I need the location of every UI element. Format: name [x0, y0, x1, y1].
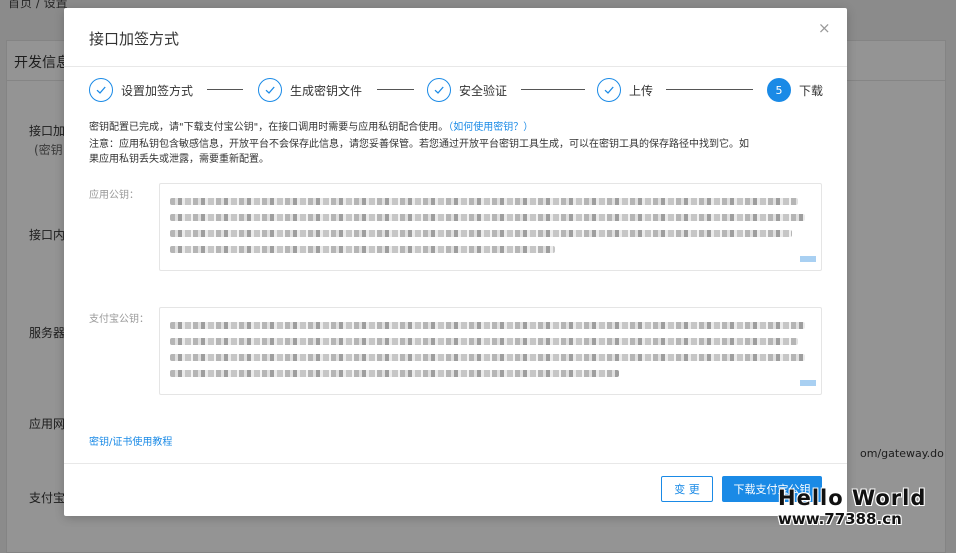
redacted-key-line: [170, 370, 619, 377]
redacted-key-line: [170, 338, 799, 345]
redacted-key-line: [170, 246, 555, 253]
app-public-key-label: 应用公钥：: [89, 190, 139, 201]
change-button[interactable]: 变 更: [661, 476, 713, 502]
close-icon[interactable]: ×: [818, 19, 831, 37]
step-upload: 上传: [597, 76, 653, 104]
how-to-use-key-link[interactable]: （如何使用密钥？）: [448, 122, 533, 133]
warning-line-2: 果应用私钥丢失或泄露，需要重新配置。: [89, 154, 269, 165]
footer-divider: [64, 463, 847, 464]
redacted-key-line: [170, 354, 805, 361]
signing-method-dialog: 接口加签方式 × 设置加签方式 生成密钥文件 安全验证 上传 5 下载 密钥配置…: [64, 8, 847, 516]
notice-text: 密钥配置已完成，请"下载支付宝公钥"，在接口调用时需要与应用私钥配合使用。: [89, 122, 449, 133]
resize-handle-icon[interactable]: [800, 254, 816, 264]
check-icon: [597, 78, 621, 102]
step-security-verify: 安全验证: [427, 76, 507, 104]
step-label: 下载: [799, 83, 824, 98]
step-label: 设置加签方式: [121, 83, 194, 98]
step-label: 安全验证: [459, 83, 508, 98]
step-download: 5 下载: [767, 76, 823, 104]
redacted-key-line: [170, 230, 792, 237]
check-icon: [89, 78, 113, 102]
step-set-signing-method: 设置加签方式: [89, 76, 193, 104]
step-label: 上传: [629, 83, 654, 98]
app-public-key-textarea[interactable]: [159, 183, 822, 271]
check-icon: [427, 78, 451, 102]
completion-notice: 密钥配置已完成，请"下载支付宝公钥"，在接口调用时需要与应用私钥配合使用。（如何…: [89, 120, 533, 135]
watermark-text: Hello World: [778, 486, 927, 510]
step-label: 生成密钥文件: [290, 83, 363, 98]
check-icon: [258, 78, 282, 102]
step-connector: [666, 89, 753, 90]
alipay-public-key-label: 支付宝公钥：: [89, 314, 149, 325]
redacted-key-line: [170, 322, 805, 329]
dialog-title: 接口加签方式: [89, 30, 180, 48]
redacted-key-line: [170, 198, 799, 205]
step-number: 5: [767, 78, 791, 102]
warning-line-1: 注意：应用私钥包含敏感信息，开放平台不会保存此信息，请您妥善保管。若您通过开放平…: [89, 139, 749, 150]
step-connector: [377, 89, 414, 90]
title-divider: [64, 66, 847, 67]
redacted-key-line: [170, 214, 805, 221]
step-connector: [521, 89, 585, 90]
step-generate-key-file: 生成密钥文件: [258, 76, 362, 104]
step-connector: [207, 89, 243, 90]
alipay-public-key-textarea[interactable]: [159, 307, 822, 395]
watermark-url: www.77388.cn: [778, 510, 902, 528]
resize-handle-icon[interactable]: [800, 378, 816, 388]
key-certificate-tutorial-link[interactable]: 密钥/证书使用教程: [89, 433, 172, 448]
